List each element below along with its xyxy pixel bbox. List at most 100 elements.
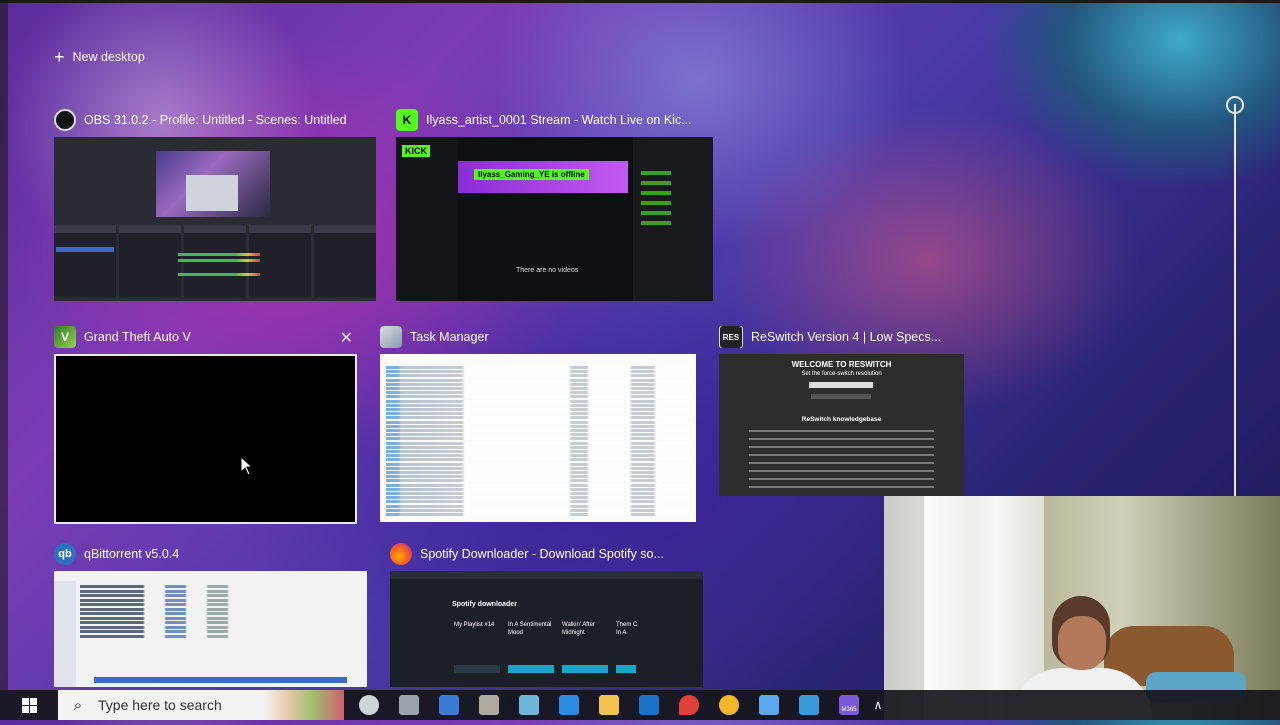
reswitch-subheading: Set the force-switch resolution — [801, 371, 882, 377]
window-title: Ilyass_artist_0001 Stream - Watch Live o… — [426, 113, 692, 127]
process-row — [386, 496, 690, 500]
process-row — [386, 437, 690, 441]
window-card-obs[interactable]: OBS 31.0.2 - Profile: Untitled - Scenes:… — [54, 109, 376, 301]
start-button[interactable] — [0, 690, 58, 720]
process-row — [386, 403, 690, 407]
settings-taskbar-button[interactable] — [350, 690, 388, 720]
window-title: Grand Theft Auto V — [84, 330, 191, 344]
spotify-downloader-heading: Spotify downloader — [452, 601, 517, 608]
outlook-taskbar-button[interactable] — [630, 690, 668, 720]
window-card-gta[interactable]: V Grand Theft Auto V ✕ — [54, 326, 357, 524]
audio-meter — [178, 273, 260, 276]
process-row — [386, 412, 690, 416]
window-title: Spotify Downloader - Download Spotify so… — [420, 547, 664, 561]
process-row — [386, 471, 690, 474]
window-title: OBS 31.0.2 - Profile: Untitled - Scenes:… — [84, 113, 347, 127]
chrome-canary-taskbar-button[interactable] — [710, 690, 748, 720]
qbittorrent-sidebar — [54, 581, 76, 687]
gta-icon: V — [54, 326, 76, 348]
window-header: V Grand Theft Auto V — [54, 326, 357, 348]
window-thumbnail[interactable] — [54, 571, 367, 687]
torrent-row — [80, 616, 290, 620]
process-row — [386, 483, 690, 487]
no-videos-text: There are no videos — [516, 267, 579, 274]
process-row — [386, 420, 690, 424]
process-row — [386, 508, 690, 512]
process-row — [386, 382, 690, 386]
playlist-card: Walkin' After Midnight — [562, 622, 595, 636]
download-button — [616, 665, 636, 673]
window-card-kick[interactable]: K Ilyass_artist_0001 Stream - Watch Live… — [396, 109, 713, 301]
torrent-row — [80, 589, 290, 593]
calculator-taskbar-button[interactable] — [430, 690, 468, 720]
process-row — [386, 399, 690, 403]
search-highlight-image — [264, 690, 344, 720]
gimp-taskbar-button[interactable] — [470, 690, 508, 720]
taskbar-search-box[interactable]: ⌕ Type here to search — [58, 690, 344, 720]
kick-logo: KICK — [402, 145, 430, 157]
process-row — [386, 475, 690, 479]
desktop-scroll-handle[interactable] — [1226, 96, 1244, 114]
mouse-cursor-icon — [240, 456, 254, 476]
top-edge — [0, 0, 1280, 3]
audio-meter — [178, 253, 260, 256]
torrent-row — [80, 621, 290, 624]
window-header: OBS 31.0.2 - Profile: Untitled - Scenes:… — [54, 109, 376, 131]
offline-text: Ilyass_Gaming_YE is offline — [474, 169, 589, 180]
copilot-star-taskbar-button[interactable] — [750, 690, 788, 720]
process-row — [386, 445, 690, 449]
taskbar-pinned-apps: M365 — [350, 690, 868, 720]
process-row — [386, 504, 690, 508]
window-thumbnail[interactable] — [380, 354, 696, 522]
window-header: Spotify Downloader - Download Spotify so… — [390, 543, 703, 565]
photos-taskbar-button[interactable] — [550, 690, 588, 720]
new-desktop-label: New desktop — [72, 50, 145, 64]
calculator-icon — [439, 695, 459, 715]
new-desktop-button[interactable]: + New desktop — [54, 47, 145, 67]
camera-taskbar-button[interactable] — [390, 690, 428, 720]
maps-taskbar-button[interactable] — [670, 690, 708, 720]
process-row — [386, 370, 690, 374]
process-row — [386, 454, 690, 458]
obs-preview-area — [156, 151, 270, 217]
show-hidden-icons-chevron-icon[interactable]: ∧ — [868, 690, 888, 720]
microsoft365-taskbar-button[interactable]: M365 — [830, 690, 868, 720]
left-edge — [0, 0, 8, 690]
playlist-card: In A Sentimental Mood — [508, 622, 552, 636]
torrent-row — [80, 625, 290, 629]
window-card-spotify-downloader[interactable]: Spotify Downloader - Download Spotify so… — [390, 543, 703, 687]
maps-icon — [679, 695, 699, 715]
window-header: RES ReSwitch Version 4 | Low Specs... — [719, 326, 964, 348]
torrent-row — [80, 634, 290, 638]
window-card-qbittorrent[interactable]: qb qBittorrent v5.0.4 — [54, 543, 367, 687]
notepad-taskbar-button[interactable] — [510, 690, 548, 720]
copilot-star-icon — [759, 695, 779, 715]
resolution-select — [809, 382, 873, 388]
chrome-canary-icon — [719, 695, 739, 715]
window-card-reswitch[interactable]: RES ReSwitch Version 4 | Low Specs... WE… — [719, 326, 964, 496]
file-explorer-taskbar-button[interactable] — [590, 690, 628, 720]
process-row — [386, 416, 690, 420]
window-header: K Ilyass_artist_0001 Stream - Watch Live… — [396, 109, 713, 131]
window-card-task-manager[interactable]: Task Manager — [380, 326, 696, 522]
process-row — [386, 387, 690, 390]
window-thumbnail[interactable]: KICK Ilyass_Gaming_YE is offline There a… — [396, 137, 713, 301]
store-taskbar-button[interactable] — [790, 690, 828, 720]
torrent-row — [80, 607, 290, 611]
process-row — [386, 500, 690, 504]
window-thumbnail[interactable] — [54, 354, 357, 524]
qbittorrent-icon: qb — [54, 543, 76, 565]
gimp-icon — [479, 695, 499, 715]
download-button — [508, 665, 554, 673]
process-row — [386, 374, 690, 378]
offline-banner: Ilyass_Gaming_YE is offline — [458, 161, 628, 193]
reswitch-heading: WELCOME TO RESWITCH — [791, 360, 892, 369]
microsoft365-icon: M365 — [839, 695, 859, 715]
window-thumbnail[interactable]: WELCOME TO RESWITCH Set the force-switch… — [719, 354, 964, 496]
plus-icon: + — [54, 47, 65, 67]
window-thumbnail[interactable] — [54, 137, 376, 301]
qbittorrent-status-bar — [94, 677, 347, 683]
outlook-icon — [639, 695, 659, 715]
window-thumbnail[interactable]: Spotify downloader My Playlist #14 In A … — [390, 571, 703, 687]
close-window-icon[interactable]: ✕ — [340, 328, 353, 348]
